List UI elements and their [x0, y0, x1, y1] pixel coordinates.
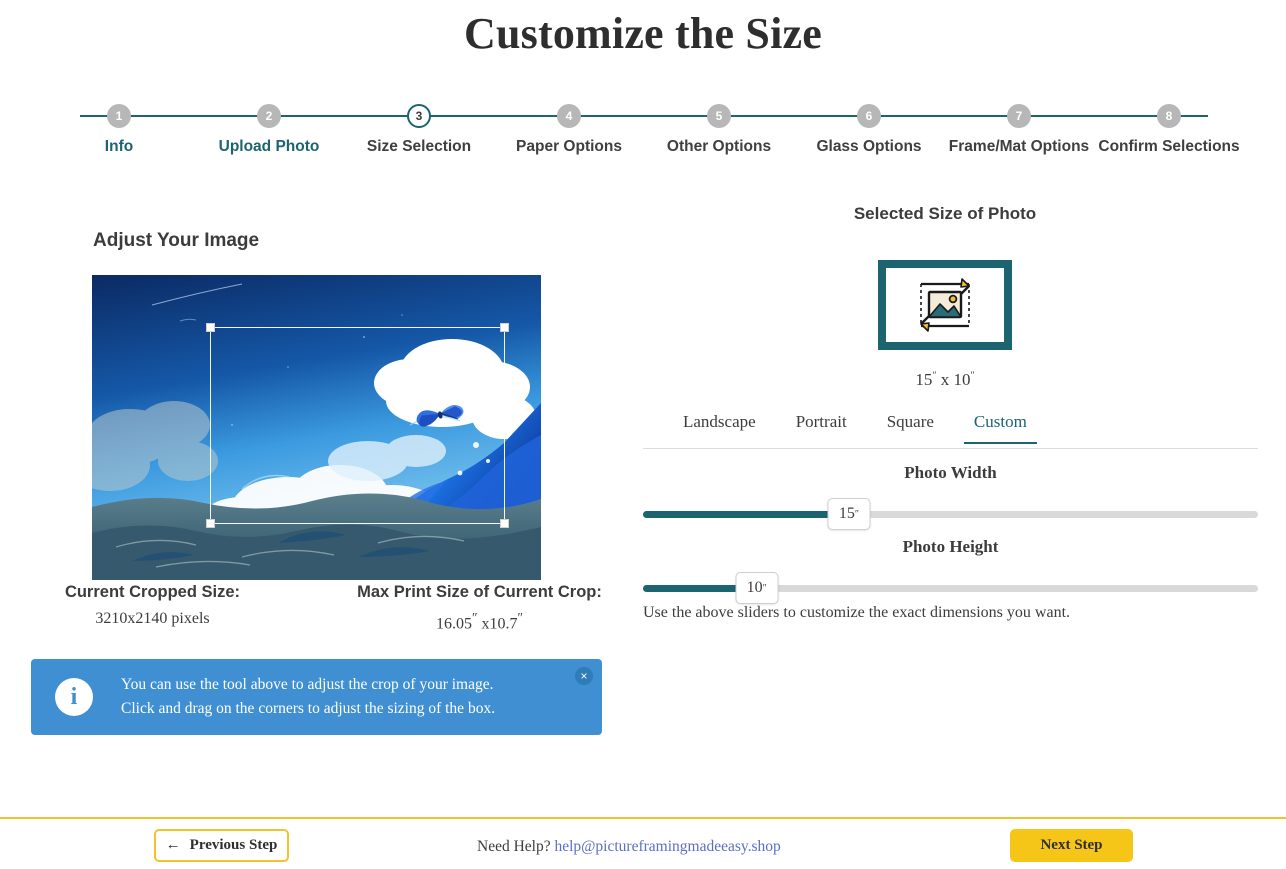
help-email-link[interactable]: help@pictureframingmadeeasy.shop	[554, 838, 780, 855]
info-icon: i	[55, 678, 93, 716]
step-number-8: 8	[1157, 104, 1181, 128]
max-print-size-value: 16.05″ x10.7″	[327, 610, 632, 633]
step-label-upload-photo: Upload Photo	[218, 138, 320, 155]
step-label-paper-options: Paper Options	[516, 138, 622, 155]
tab-landscape[interactable]: Landscape	[663, 412, 776, 443]
crop-help-line-1: You can use the tool above to adjust the…	[121, 676, 494, 693]
slider-hint-text: Use the above sliders to customize the e…	[643, 604, 1071, 621]
max-print-size-label: Max Print Size of Current Crop:	[357, 583, 602, 601]
photo-height-slider-thumb[interactable]: 10 ″	[735, 572, 779, 604]
photo-height-group: Photo Height 10 ″	[643, 537, 1258, 605]
wizard-footer: ← Previous Step Need Help? help@picturef…	[0, 817, 1286, 869]
photo-crop-stage[interactable]	[92, 275, 541, 580]
step-number-1: 1	[107, 104, 131, 128]
current-cropped-size-label: Current Cropped Size:	[64, 583, 241, 601]
step-item-info[interactable]: 1 Info	[44, 104, 194, 156]
max-print-width: 16.05	[435, 615, 472, 633]
step-item-paper-options[interactable]: 4 Paper Options	[494, 104, 644, 156]
orientation-tabs: Landscape Portrait Square Custom	[643, 412, 1258, 449]
previous-step-label: Previous Step	[189, 837, 278, 853]
next-step-label: Next Step	[1040, 837, 1103, 853]
photo-width-slider[interactable]: 15 ″	[643, 498, 1258, 531]
step-item-other-options[interactable]: 5 Other Options	[644, 104, 794, 156]
tab-custom[interactable]: Custom	[954, 412, 1047, 444]
step-number-3: 3	[407, 104, 431, 128]
step-number-4: 4	[557, 104, 581, 128]
step-number-2: 2	[257, 104, 281, 128]
photo-height-slider[interactable]: 10 ″	[643, 572, 1258, 605]
photo-width-slider-fill	[643, 511, 850, 518]
tab-square[interactable]: Square	[867, 412, 954, 443]
max-print-height: x10.7	[477, 615, 518, 633]
selected-size-preview[interactable]	[878, 260, 1012, 350]
resize-image-icon	[920, 278, 970, 332]
step-label-confirm-selections: Confirm Selections	[1098, 138, 1240, 155]
photo-height-value: 10	[746, 579, 763, 596]
step-number-6: 6	[857, 104, 881, 128]
selected-size-height: 10	[953, 370, 971, 389]
selected-size-separator: x	[936, 370, 954, 389]
inch-mark: ″	[854, 508, 860, 520]
crop-handle-top-right[interactable]	[500, 323, 509, 332]
current-cropped-size-block: Current Cropped Size: 3210x2140 pixels	[0, 583, 323, 633]
customize-size-page: Customize the Size 1 Info 2 Upload Photo…	[0, 0, 1286, 869]
step-label-other-options: Other Options	[666, 138, 772, 155]
crop-handle-bottom-right[interactable]	[500, 519, 509, 528]
max-print-size-block: Max Print Size of Current Crop: 16.05 ″ x…	[323, 583, 632, 633]
step-item-glass-options[interactable]: 6 Glass Options	[794, 104, 944, 156]
crop-handle-bottom-left[interactable]	[206, 519, 215, 528]
step-label-frame-mat-options: Frame/Mat Options	[948, 138, 1090, 155]
step-item-frame-mat-options[interactable]: 7 Frame/Mat Options	[944, 104, 1094, 156]
page-title: Customize the Size	[464, 9, 822, 58]
size-selection-panel: Selected Size of Photo 15″ x 10″ Landsca…	[632, 180, 1286, 820]
crop-handle-top-left[interactable]	[206, 323, 215, 332]
selected-size-value: 15″ x 10″	[632, 370, 1258, 390]
need-help-text: Need Help? help@pictureframingmadeeasy.s…	[477, 838, 781, 856]
photo-height-label: Photo Height	[902, 537, 999, 556]
photo-width-group: Photo Width 15 ″	[643, 463, 1258, 531]
inch-mark: ″	[762, 582, 767, 594]
step-number-5: 5	[707, 104, 731, 128]
step-label-glass-options: Glass Options	[816, 138, 922, 155]
photo-width-value: 15	[838, 505, 855, 522]
crop-help-banner: i You can use the tool above to adjust t…	[31, 659, 602, 735]
crop-help-line-2: Click and drag on the corners to adjust …	[121, 700, 496, 717]
previous-step-button[interactable]: ← Previous Step	[154, 829, 289, 862]
photo-width-label: Photo Width	[904, 463, 997, 482]
tab-portrait[interactable]: Portrait	[776, 412, 867, 443]
selected-size-width: 15	[915, 370, 933, 389]
close-icon[interactable]: ×	[575, 667, 593, 685]
crop-metadata: Current Cropped Size: 3210x2140 pixels M…	[0, 583, 632, 633]
step-label-info: Info	[104, 138, 134, 155]
inch-mark: ″	[517, 610, 524, 625]
step-item-confirm-selections[interactable]: 8 Confirm Selections	[1094, 104, 1244, 156]
step-item-upload-photo[interactable]: 2 Upload Photo	[194, 104, 344, 156]
adjust-image-heading: Adjust Your Image	[93, 230, 260, 251]
step-item-size-selection[interactable]: 3 Size Selection	[344, 104, 494, 156]
image-adjust-panel: Adjust Your Image Current Cropped Size: …	[0, 180, 632, 820]
next-step-button[interactable]: Next Step	[1010, 829, 1133, 862]
current-cropped-size-value: 3210x2140 pixels	[95, 610, 210, 627]
inch-mark: ″	[970, 370, 975, 382]
crop-selection-box[interactable]	[206, 323, 509, 528]
progress-stepper: 1 Info 2 Upload Photo 3 Size Selection 4…	[44, 104, 1244, 160]
need-help-label: Need Help?	[477, 838, 555, 855]
arrow-left-icon: ←	[165, 837, 181, 853]
selected-size-heading: Selected Size of Photo	[853, 204, 1037, 223]
photo-width-slider-thumb[interactable]: 15 ″	[827, 498, 871, 530]
step-number-7: 7	[1007, 104, 1031, 128]
crop-help-text: You can use the tool above to adjust the…	[121, 673, 495, 721]
step-label-size-selection: Size Selection	[366, 138, 472, 155]
